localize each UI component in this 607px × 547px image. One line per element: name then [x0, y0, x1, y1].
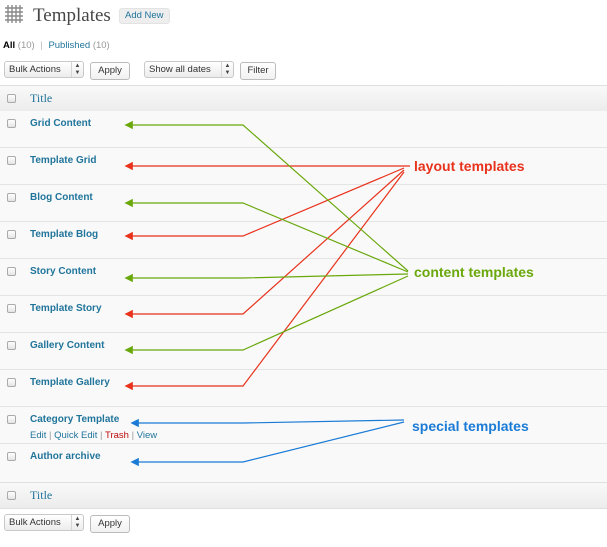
arrow-blog-content [124, 198, 409, 273]
arrow-category-template [130, 418, 405, 428]
annotation-special-templates: special templates [412, 418, 529, 434]
arrow-grid-content [124, 120, 409, 272]
content-arrows [124, 120, 409, 355]
special-arrows [130, 418, 405, 467]
arrow-story-content [124, 273, 409, 283]
arrow-author-archive [130, 421, 405, 467]
arrow-gallery-content [124, 275, 409, 355]
annotation-content-templates: content templates [414, 264, 534, 280]
annotation-layout-templates: layout templates [414, 158, 525, 174]
arrow-template-gallery [124, 171, 405, 391]
layout-arrows [124, 161, 410, 391]
arrow-template-story [124, 169, 405, 319]
